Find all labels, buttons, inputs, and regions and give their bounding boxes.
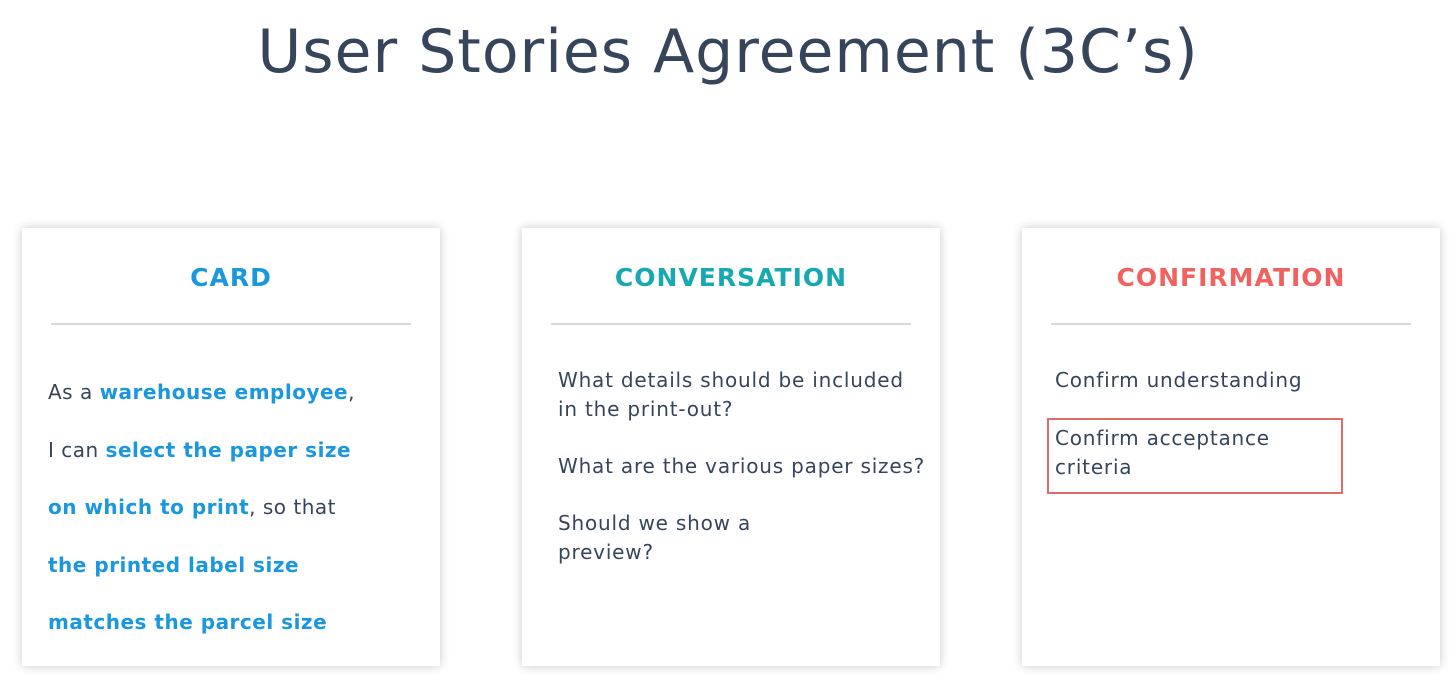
story-benefit-line2: matches the parcel size [48, 610, 328, 634]
slide-title: User Stories Agreement (3C’s) [257, 17, 1199, 87]
question-item: What are the various paper sizes? [558, 454, 926, 478]
confirm-acceptance-criteria: Confirm acceptance criteria [1055, 426, 1270, 479]
conversation-header: CONVERSATION [614, 263, 848, 292]
question-list: What details should be included in the p… [558, 366, 928, 595]
conversation-panel: CONVERSATION What details should be incl… [522, 228, 940, 666]
story-text-i-can: I can [48, 437, 106, 462]
story-text-comma: , [348, 380, 355, 404]
confirmation-header: CONFIRMATION [1116, 263, 1346, 292]
story-role: warehouse employee [99, 380, 349, 404]
confirmation-panel: CONFIRMATION Confirm understanding Confi… [1022, 228, 1440, 666]
card-panel: CARD As a warehouse employee, I can sele… [22, 228, 440, 666]
question-item: Should we show a preview? [558, 511, 752, 564]
confirm-understanding: Confirm understanding [1055, 368, 1303, 392]
card-header: CARD [190, 263, 272, 292]
story-benefit-line1: the printed label size [48, 552, 300, 577]
card-divider [51, 323, 411, 325]
story-text-as-a: As a [48, 380, 100, 404]
question-item: What details should be included in the p… [558, 368, 904, 421]
highlight-box: Confirm acceptance criteria [1047, 418, 1343, 494]
user-story-text: As a warehouse employee, I can select th… [48, 364, 433, 652]
slide: User Stories Agreement (3C’s) CARD As a … [0, 0, 1456, 686]
story-goal-line1: select the paper size [105, 437, 352, 462]
confirmation-divider [1051, 323, 1411, 325]
story-goal-line2: on which to print [48, 495, 250, 519]
story-text-so-that: , so that [249, 495, 337, 519]
conversation-divider [551, 323, 911, 325]
